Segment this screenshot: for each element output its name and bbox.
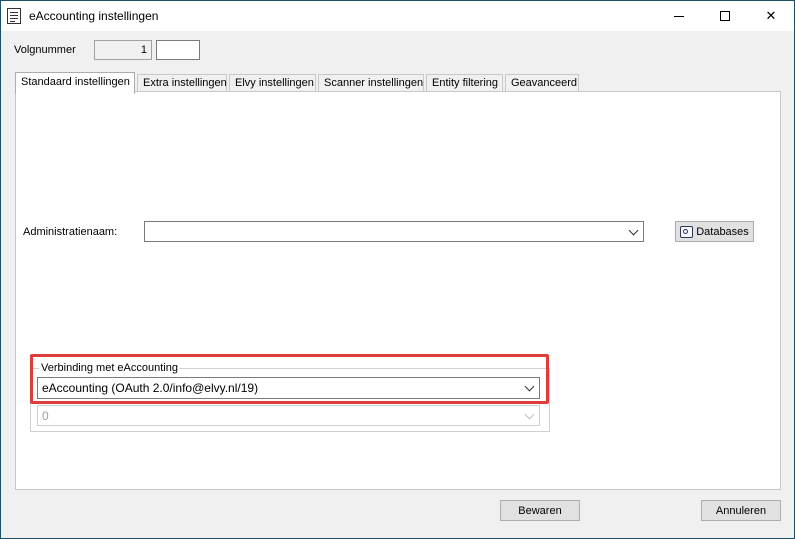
database-icon	[680, 225, 694, 238]
minimize-icon	[674, 15, 684, 17]
connection-value: eAccounting (OAuth 2.0/info@elvy.nl/19)	[42, 381, 259, 395]
databases-button[interactable]: Databases	[675, 221, 754, 242]
volgnummer-field: 1	[94, 40, 152, 60]
maximize-button[interactable]	[702, 1, 748, 31]
save-button[interactable]: Bewaren	[500, 500, 580, 521]
minimize-button[interactable]	[656, 1, 702, 31]
volgnummer-extra-field[interactable]	[156, 40, 200, 60]
administratie-dropdown[interactable]	[144, 221, 644, 242]
chevron-down-icon	[524, 409, 535, 420]
administratie-label: Administratienaam:	[23, 226, 118, 238]
tab-standaard-instellingen[interactable]: Standaard instellingen	[15, 72, 135, 94]
maximize-icon	[720, 11, 730, 21]
connection-dropdown[interactable]: eAccounting (OAuth 2.0/info@elvy.nl/19)	[37, 377, 540, 399]
title-bar: eAccounting instellingen ✕	[1, 1, 794, 31]
window-title: eAccounting instellingen	[29, 9, 159, 23]
close-button[interactable]: ✕	[748, 1, 794, 31]
close-icon: ✕	[765, 8, 777, 23]
chevron-down-icon	[628, 225, 639, 236]
volgnummer-label: Volgnummer	[14, 44, 76, 56]
secondary-value: 0	[42, 409, 49, 423]
document-icon	[7, 8, 21, 24]
secondary-dropdown: 0	[37, 405, 540, 426]
chevron-down-icon	[524, 381, 535, 392]
connection-group-title: Verbinding met eAccounting	[39, 362, 180, 374]
cancel-button[interactable]: Annuleren	[701, 500, 781, 521]
databases-button-label: Databases	[696, 225, 749, 238]
settings-window: eAccounting instellingen ✕ Volgnummer 1 …	[0, 0, 795, 539]
